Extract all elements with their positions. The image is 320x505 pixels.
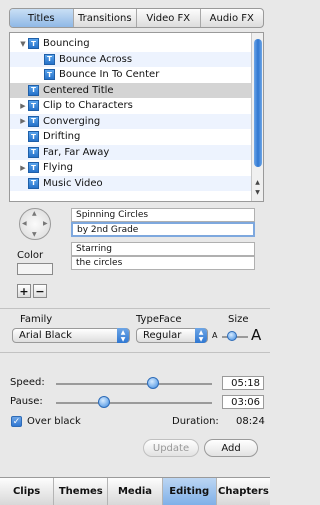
title-style-icon: T — [28, 100, 39, 112]
list-item[interactable]: T Music Video — [10, 175, 253, 191]
title-style-icon: T — [28, 38, 39, 50]
title-line-2-field[interactable]: by 2nd Grade — [71, 222, 255, 237]
list-item-label: Drifting — [43, 131, 81, 143]
list-item-label: Clip to Characters — [43, 100, 133, 112]
disclosure-closed-icon[interactable]: ▶ — [18, 164, 28, 172]
title-editor-panel: ▲ ▼ ◀ ▶ Color + − Spinning Circles by 2n… — [9, 206, 264, 306]
title-style-icon: T — [28, 146, 39, 158]
list-item[interactable]: ▶ T Clip to Characters — [10, 98, 253, 114]
title-line-3-field[interactable]: Starring — [71, 242, 255, 256]
color-label: Color — [17, 250, 44, 261]
color-well[interactable] — [17, 263, 53, 275]
disclosure-open-icon[interactable]: ▼ — [18, 40, 28, 48]
tab-media[interactable]: Media — [108, 478, 163, 505]
title-style-icon: T — [28, 84, 39, 96]
disclosure-closed-icon[interactable]: ▶ — [18, 117, 28, 125]
list-item[interactable]: ▶ T Flying — [10, 160, 253, 176]
font-family-select[interactable]: Arial Black ▲ ▼ — [12, 328, 130, 343]
scroll-thumb[interactable] — [254, 39, 262, 167]
list-item-label: Bouncing — [43, 38, 90, 50]
tab-editing[interactable]: Editing — [162, 478, 217, 505]
duration-value: 08:24 — [236, 416, 265, 427]
list-item[interactable]: T Far, Far Away — [10, 144, 253, 160]
tab-titles[interactable]: Titles — [10, 9, 74, 27]
list-item-label: Bounce In To Center — [59, 69, 160, 81]
pause-value-field[interactable]: 03:06 — [222, 395, 264, 409]
scroll-down-arrow-icon[interactable]: ▼ — [252, 188, 263, 198]
main-tab-bar: Clips Themes Media Editing Chapters — [0, 477, 270, 505]
list-item-label: Flying — [43, 162, 73, 174]
tab-audio-fx[interactable]: Audio FX — [201, 9, 264, 27]
over-black-checkbox[interactable]: ✓ — [11, 416, 22, 427]
tab-video-fx[interactable]: Video FX — [137, 9, 201, 27]
remove-line-button[interactable]: − — [33, 284, 47, 298]
title-style-icon: T — [44, 53, 55, 65]
title-style-icon: T — [44, 69, 55, 81]
scroll-up-arrow-icon[interactable]: ▲ — [252, 178, 263, 188]
list-item[interactable]: ▼ T Bouncing — [10, 36, 253, 52]
list-item-label: Far, Far Away — [43, 146, 110, 158]
direction-down-icon[interactable]: ▼ — [32, 231, 37, 238]
speed-value-field[interactable]: 05:18 — [222, 376, 264, 390]
update-button[interactable]: Update — [143, 439, 199, 457]
popup-arrows-icon: ▲ ▼ — [195, 328, 207, 343]
direction-up-icon[interactable]: ▲ — [32, 210, 37, 217]
list-item-label: Converging — [43, 115, 101, 127]
family-label: Family — [20, 314, 53, 325]
pause-label: Pause: — [10, 396, 43, 407]
size-large-icon: A — [251, 326, 262, 344]
tab-transitions[interactable]: Transitions — [74, 9, 137, 27]
list-scrollbar[interactable]: ▲ ▼ — [251, 33, 263, 201]
list-item[interactable]: T Bounce In To Center — [10, 67, 253, 83]
tab-clips[interactable]: Clips — [0, 478, 55, 505]
font-family-value: Arial Black — [19, 330, 72, 341]
size-small-icon: A — [212, 331, 218, 340]
speed-label: Speed: — [10, 377, 45, 388]
over-black-label: Over black — [27, 416, 81, 427]
titles-list[interactable]: ▼ T Bouncing T Bounce Across T Bounce In To Ce… — [9, 32, 264, 202]
list-item-label: Centered Title — [43, 84, 114, 96]
list-item[interactable]: T Bounce Across — [10, 51, 253, 67]
direction-right-icon[interactable]: ▶ — [43, 220, 48, 227]
size-slider-knob[interactable] — [227, 331, 238, 341]
direction-left-icon[interactable]: ◀ — [22, 220, 27, 227]
title-style-icon: T — [28, 131, 39, 143]
add-button[interactable]: Add — [204, 439, 258, 457]
direction-pad[interactable]: ▲ ▼ ◀ ▶ — [19, 208, 51, 240]
add-line-button[interactable]: + — [17, 284, 31, 298]
pause-slider-track[interactable] — [56, 402, 212, 404]
list-item[interactable]: ▶ T Converging — [10, 113, 253, 129]
title-line-1-field[interactable]: Spinning Circles — [71, 208, 255, 222]
size-label: Size — [228, 314, 249, 325]
list-item-label: Bounce Across — [59, 53, 133, 65]
divider — [0, 308, 270, 309]
divider — [0, 352, 270, 353]
speed-slider-knob[interactable] — [146, 377, 159, 389]
tab-chapters[interactable]: Chapters — [217, 478, 270, 505]
title-style-icon: T — [28, 177, 39, 189]
list-item[interactable]: T Centered Title — [10, 82, 253, 98]
popup-arrows-icon: ▲ ▼ — [117, 328, 129, 343]
typeface-label: TypeFace — [136, 314, 182, 325]
typeface-select[interactable]: Regular ▲ ▼ — [136, 328, 208, 343]
pause-slider-knob[interactable] — [98, 396, 111, 408]
title-style-icon: T — [28, 115, 39, 127]
disclosure-closed-icon[interactable]: ▶ — [18, 102, 28, 110]
title-style-icon: T — [28, 162, 39, 174]
title-line-4-field[interactable]: the circles — [71, 256, 255, 270]
tab-themes[interactable]: Themes — [54, 478, 109, 505]
duration-label: Duration: — [172, 416, 219, 427]
typeface-value: Regular — [143, 330, 182, 341]
list-item-label: Music Video — [43, 177, 103, 189]
speed-slider-track[interactable] — [56, 383, 212, 385]
list-item[interactable]: T Drifting — [10, 129, 253, 145]
effects-tab-bar: Titles Transitions Video FX Audio FX — [9, 8, 264, 28]
